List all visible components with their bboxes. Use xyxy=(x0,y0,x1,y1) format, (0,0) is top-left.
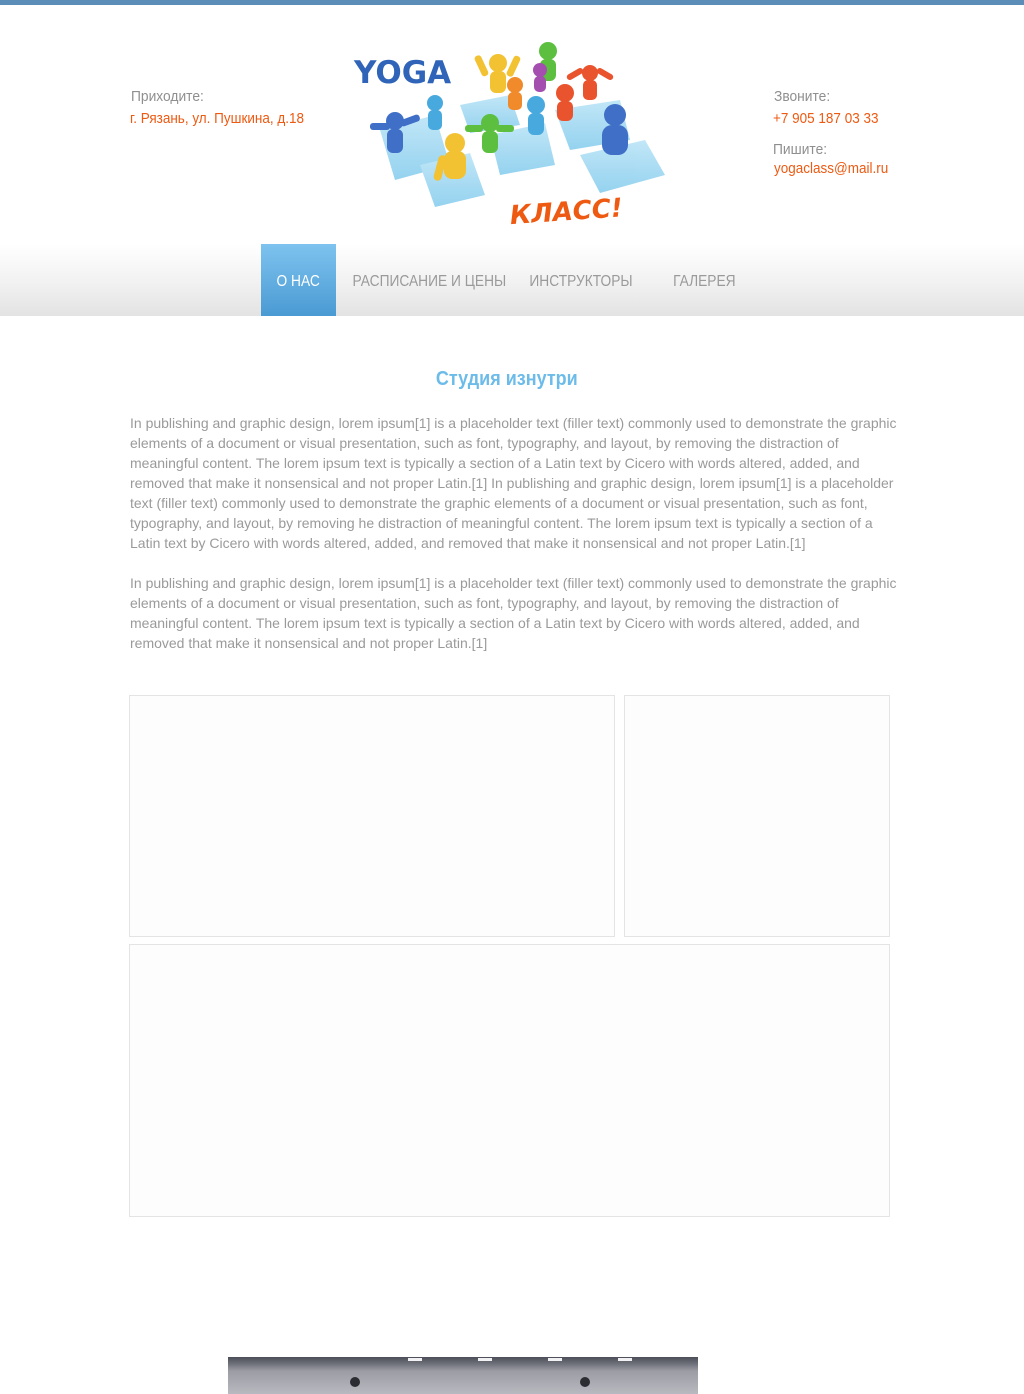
wall-clock xyxy=(350,1377,360,1387)
nav-item-gallery-label: ГАЛЕРЕЯ xyxy=(672,273,736,290)
gallery-frame-small xyxy=(624,695,890,937)
nav-item-about[interactable]: О НАС xyxy=(261,244,336,316)
ceiling-lamp xyxy=(408,1358,422,1361)
ceiling-lamp xyxy=(478,1358,492,1361)
gallery-frame-wide xyxy=(129,944,890,1217)
nav-item-about-label: О НАС xyxy=(276,273,321,290)
main-nav: О НАС РАСПИСАНИЕ И ЦЕНЫ ИНСТРУКТОРЫ ГАЛЕ… xyxy=(0,244,1024,316)
site-header: Приходите: г. Рязань, ул. Пушкина, д.18 … xyxy=(0,5,1024,244)
wall-clock xyxy=(580,1377,590,1387)
nav-item-schedule-label: РАСПИСАНИЕ И ЦЕНЫ xyxy=(352,273,507,290)
logo-klass-text: КЛАСС! xyxy=(509,193,624,231)
email-label: Пишите: xyxy=(773,141,828,158)
address-text: г. Рязань, ул. Пушкина, д.18 xyxy=(130,110,305,127)
nav-item-gallery[interactable]: ГАЛЕРЕЯ xyxy=(662,244,746,316)
ceiling-lamp xyxy=(548,1358,562,1361)
page-title: Студия изнутри xyxy=(0,368,1014,391)
ceiling-lamp xyxy=(618,1358,632,1361)
gallery-frame-large xyxy=(129,695,615,937)
nav-item-schedule[interactable]: РАСПИСАНИЕ И ЦЕНЫ xyxy=(340,244,508,316)
studio-photo[interactable] xyxy=(228,1357,698,1394)
page-title-text: Студия изнутри xyxy=(436,368,578,390)
intro-paragraph-1: In publishing and graphic design, lorem … xyxy=(130,415,897,551)
phone-link[interactable]: +7 905 187 03 33 xyxy=(773,110,878,127)
email-link[interactable]: yogaclass@mail.ru xyxy=(774,160,888,177)
phone-label: Звоните: xyxy=(774,88,831,105)
address-label: Приходите: xyxy=(131,88,204,105)
site-logo[interactable]: YOGA КЛАСС! xyxy=(340,15,670,241)
nav-item-instructors-label: ИНСТРУКТОРЫ xyxy=(529,273,633,290)
intro-paragraph-2: In publishing and graphic design, lorem … xyxy=(130,575,897,651)
nav-item-instructors[interactable]: ИНСТРУКТОРЫ xyxy=(518,244,644,316)
logo-yoga-text: YOGA xyxy=(353,55,451,91)
